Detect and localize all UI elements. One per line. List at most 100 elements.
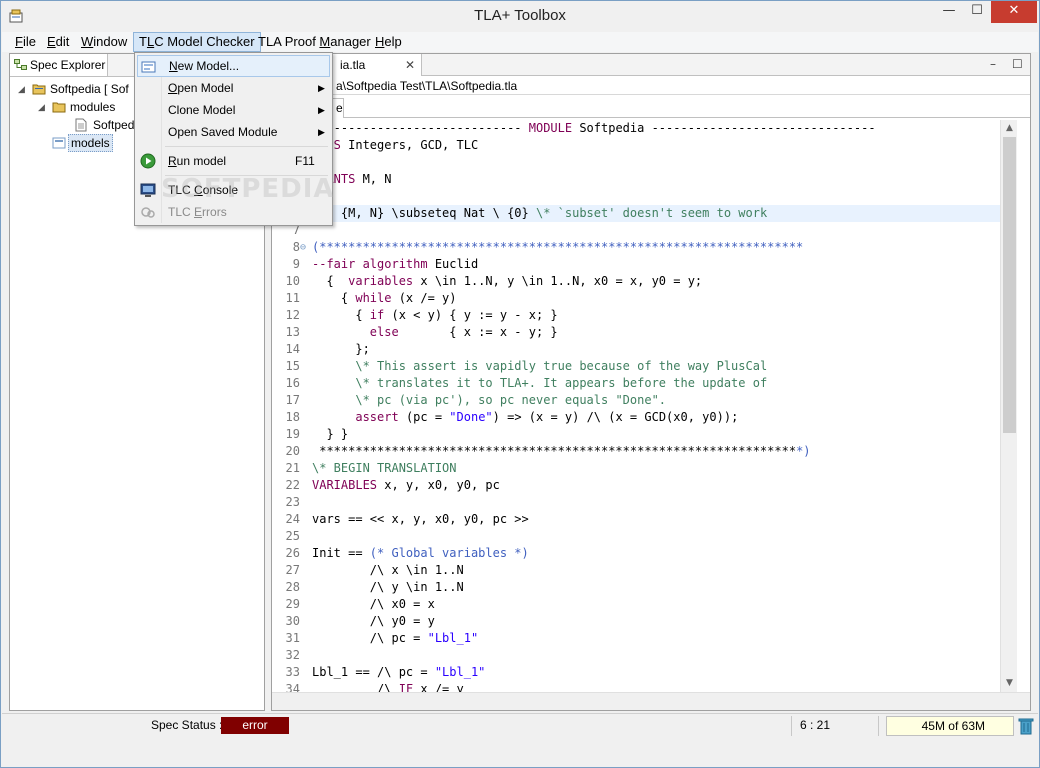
spec-folder-icon <box>32 84 46 95</box>
heap-status: 45M of 63M <box>886 716 1014 736</box>
menu-open-model[interactable]: Open Model ▶ <box>137 77 330 99</box>
code-line[interactable]: 26 Init == (* Global variables *) <box>272 545 1000 562</box>
overview-ruler <box>1017 120 1030 692</box>
menu-file[interactable]: File <box>10 32 41 52</box>
menu-open-saved-module[interactable]: Open Saved Module ▶ <box>137 121 330 143</box>
code-text: Init == (* Global variables *) <box>312 546 529 560</box>
scroll-down-icon[interactable]: ▼ <box>1001 675 1018 692</box>
code-line[interactable]: 25 <box>272 528 1000 545</box>
menu-help[interactable]: Help <box>370 32 407 52</box>
code-line[interactable] <box>272 188 1000 205</box>
tree-node-modules-label: modules <box>70 100 116 114</box>
code-line[interactable]: 19 } } <box>272 426 1000 443</box>
maximize-button[interactable]: ☐ <box>963 1 991 23</box>
line-number: 32 <box>285 648 300 662</box>
tree-node-models-label: models <box>68 134 113 152</box>
code-line[interactable]: 20 *************************************… <box>272 443 1000 460</box>
code-text: \* BEGIN TRANSLATION <box>312 461 457 475</box>
run-model-shortcut: F11 <box>295 154 315 168</box>
line-number: 9 <box>292 257 300 271</box>
code-text: { if (x < y) { y := y - x; } <box>312 308 558 322</box>
minimize-view-icon[interactable]: – <box>990 57 996 71</box>
close-window-button[interactable]: ✕ <box>991 1 1037 23</box>
code-line[interactable]: ENDS Integers, GCD, TLC <box>272 137 1000 154</box>
spec-explorer-tab[interactable]: Spec Explorer <box>10 54 108 76</box>
maximize-view-icon[interactable]: ☐ <box>1012 57 1023 71</box>
spec-status-badge[interactable]: error <box>221 717 289 734</box>
trash-icon[interactable] <box>1018 717 1034 735</box>
code-line[interactable]: STANTS M, N <box>272 171 1000 188</box>
line-number: 22 <box>285 478 300 492</box>
horizontal-scrollbar[interactable] <box>272 692 1030 710</box>
line-number: 30 <box>285 614 300 628</box>
line-number: 25 <box>285 529 300 543</box>
scroll-thumb[interactable] <box>1003 137 1016 433</box>
code-line[interactable]: 13 else { x := x - y; } <box>272 324 1000 341</box>
line-number: 11 <box>285 291 300 305</box>
line-number: 27 <box>285 563 300 577</box>
code-text: /\ IF x /= y <box>312 682 464 692</box>
collapse-arrow-icon[interactable]: ◢ <box>38 98 45 116</box>
code-line[interactable]: 32 <box>272 647 1000 664</box>
code-line[interactable]: 17 \* pc (via pc'), so pc never equals "… <box>272 392 1000 409</box>
code-line[interactable]: 33 Lbl_1 == /\ pc = "Lbl_1" <box>272 664 1000 681</box>
collapse-arrow-icon[interactable]: ◢ <box>18 80 25 98</box>
close-tab-icon[interactable]: ✕ <box>405 54 415 76</box>
code-text: ENDS Integers, GCD, TLC <box>312 138 479 152</box>
code-line[interactable]: 10 { variables x \in 1..N, y \in 1..N, x… <box>272 273 1000 290</box>
line-number: 34 <box>285 682 300 692</box>
run-icon <box>140 153 156 169</box>
vertical-scrollbar[interactable]: ▲ ▼ <box>1000 120 1017 692</box>
code-line[interactable]: ----------------------------- MODULE Sof… <box>272 120 1000 137</box>
code-line[interactable]: 23 <box>272 494 1000 511</box>
code-line[interactable]: 31 /\ pc = "Lbl_1" <box>272 630 1000 647</box>
code-line[interactable]: 21 \* BEGIN TRANSLATION <box>272 460 1000 477</box>
editor-tab-bar: ia.tla ✕ – ☐ <box>272 54 1030 76</box>
code-line[interactable]: 27 /\ x \in 1..N <box>272 562 1000 579</box>
code-editor[interactable]: ----------------------------- MODULE Sof… <box>272 120 1000 692</box>
code-text: Lbl_1 == /\ pc = "Lbl_1" <box>312 665 486 679</box>
code-line[interactable]: 16 \* translates it to TLA+. It appears … <box>272 375 1000 392</box>
menu-clone-model-label: Clone Model <box>168 103 236 117</box>
code-line[interactable]: 14 }; <box>272 341 1000 358</box>
code-line[interactable]: 9 --fair algorithm Euclid <box>272 256 1000 273</box>
new-model-icon <box>141 61 156 73</box>
minimize-button[interactable]: — <box>935 1 963 23</box>
fold-icon[interactable]: ⊖ <box>300 239 310 256</box>
code-line[interactable]: 12 { if (x < y) { y := y - x; } <box>272 307 1000 324</box>
code-line[interactable]: 7 <box>272 222 1000 239</box>
menu-tlc-errors[interactable]: TLC Errors <box>137 201 330 223</box>
code-line[interactable]: 15 \* This assert is vapidly true becaus… <box>272 358 1000 375</box>
code-line[interactable]: 29 /\ x0 = x <box>272 596 1000 613</box>
scroll-up-icon[interactable]: ▲ <box>1001 120 1018 137</box>
menu-new-model[interactable]: New Model... <box>137 55 330 77</box>
file-icon <box>75 118 87 132</box>
line-number: 17 <box>285 393 300 407</box>
code-line[interactable]: 18 assert (pc = "Done") => (x = y) /\ (x… <box>272 409 1000 426</box>
code-text: /\ y \in 1..N <box>312 580 464 594</box>
menu-edit[interactable]: Edit <box>42 32 74 52</box>
code-line[interactable]: 22 VARIABLES x, y, x0, y0, pc <box>272 477 1000 494</box>
code-line[interactable]: 8 ⊖ (*************************************… <box>272 239 1000 256</box>
code-line[interactable]: 11 { while (x /= y) <box>272 290 1000 307</box>
code-line[interactable]: 30 /\ y0 = y <box>272 613 1000 630</box>
line-number: 21 <box>285 461 300 475</box>
code-text: UME {M, N} \subseteq Nat \ {0} \* `subse… <box>312 206 768 220</box>
menu-window[interactable]: Window <box>76 32 132 52</box>
menu-tla-proof-manager[interactable]: TLA Proof Manager <box>253 32 376 52</box>
code-text: (***************************************… <box>312 240 804 254</box>
line-number: 12 <box>285 308 300 322</box>
menu-tlc-errors-label: TLC Errors <box>168 205 227 219</box>
code-line[interactable]: UME {M, N} \subseteq Nat \ {0} \* `subse… <box>272 205 1000 222</box>
line-number: 20 <box>285 444 300 458</box>
code-line[interactable]: 34 /\ IF x /= y <box>272 681 1000 692</box>
code-line[interactable]: 28 /\ y \in 1..N <box>272 579 1000 596</box>
code-line[interactable] <box>272 154 1000 171</box>
menu-tlc-model-checker[interactable]: TLC Model Checker <box>133 32 261 52</box>
line-number: 24 <box>285 512 300 526</box>
menu-run-model[interactable]: Run model F11 <box>137 150 330 172</box>
code-line[interactable]: 24 vars == << x, y, x0, y0, pc >> <box>272 511 1000 528</box>
menu-clone-model[interactable]: Clone Model ▶ <box>137 99 330 121</box>
app-window: TLA+ Toolbox — ☐ ✕ File Edit Window TLC … <box>0 0 1040 768</box>
menu-bar: File Edit Window TLC Model Checker TLA P… <box>2 32 1038 52</box>
